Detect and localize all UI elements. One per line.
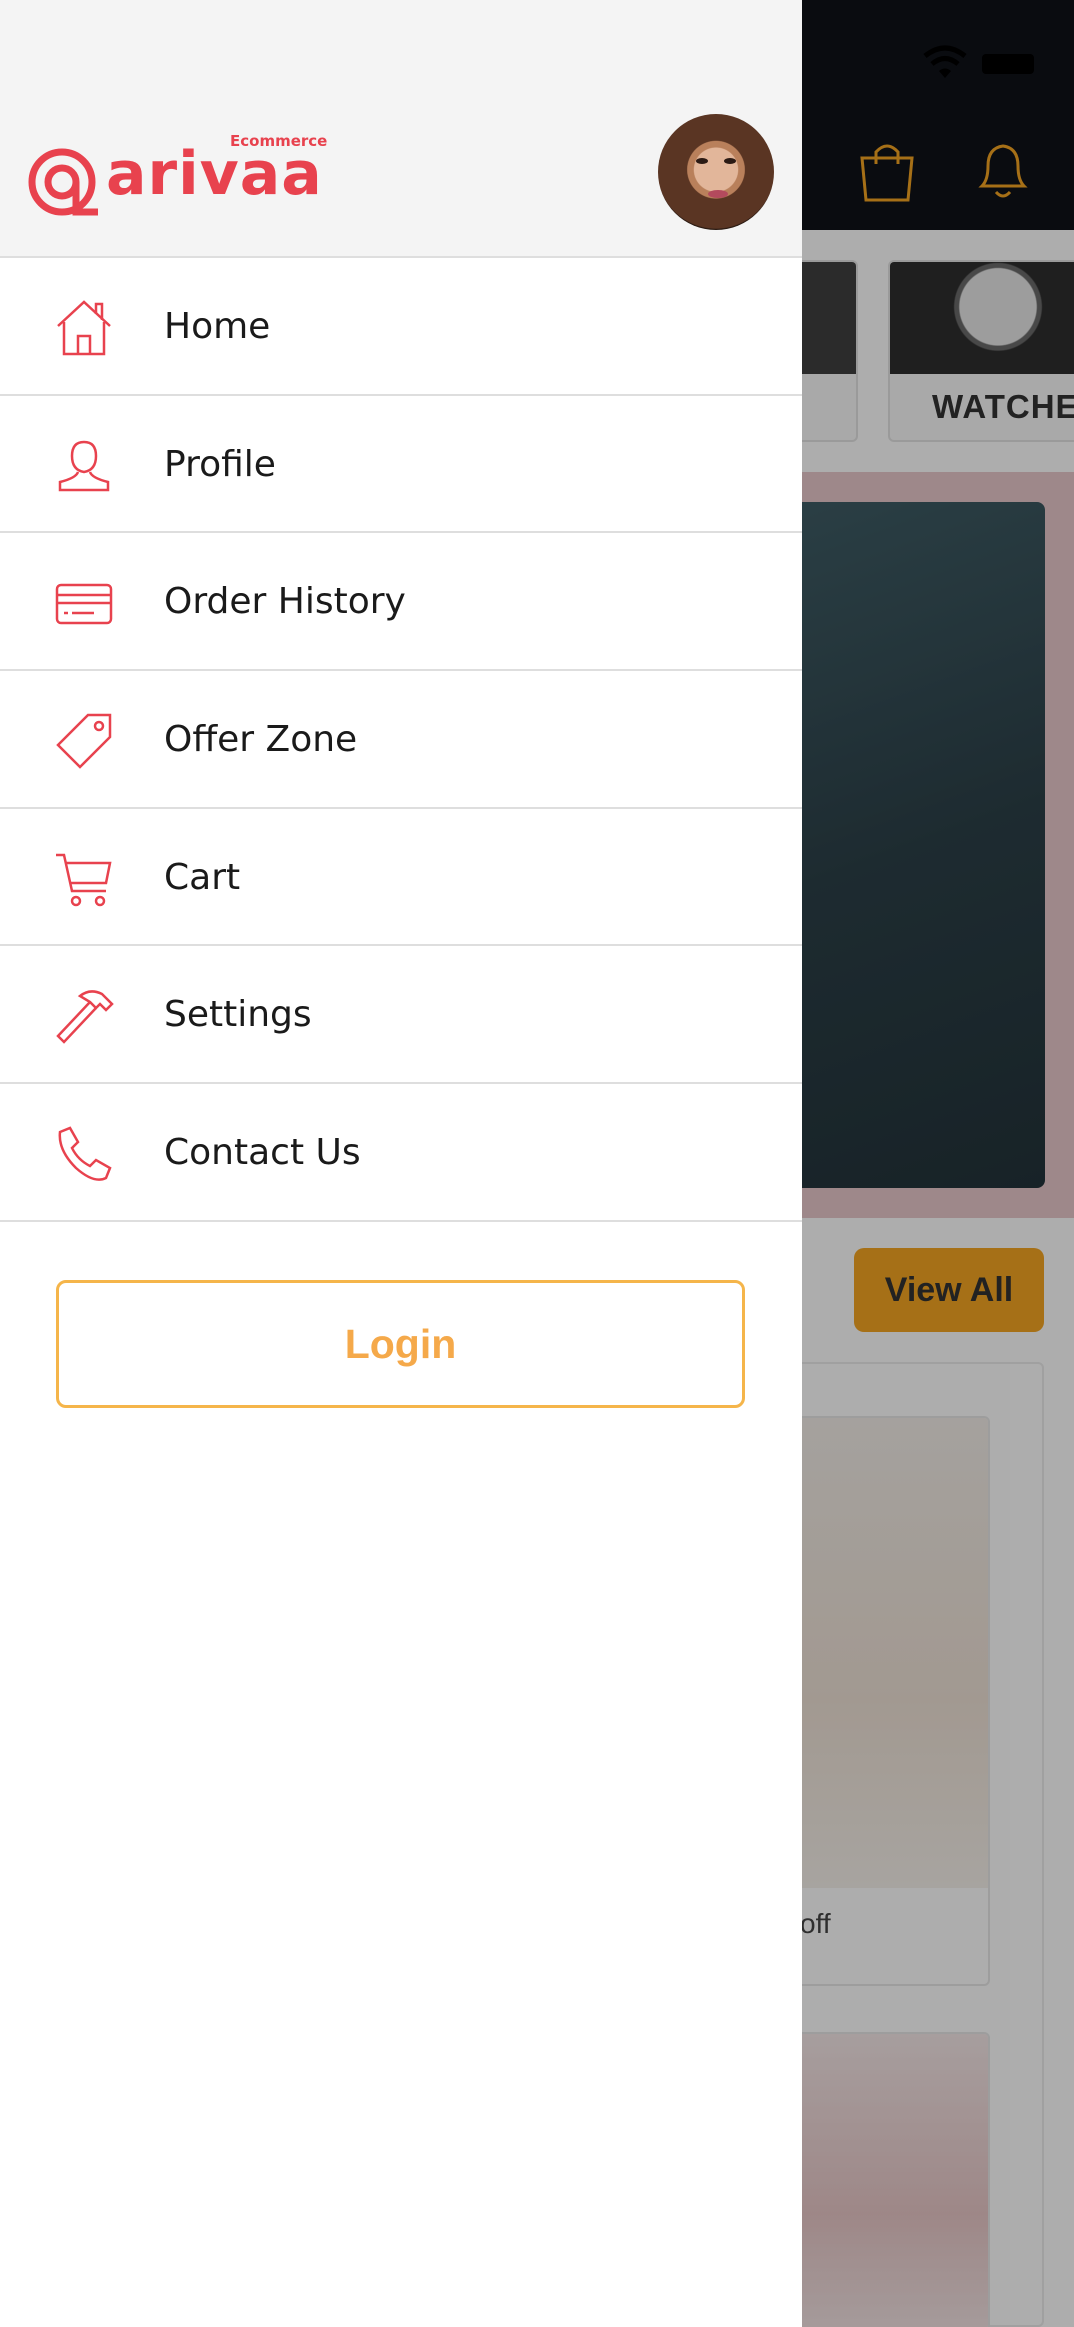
phone-icon xyxy=(58,1126,112,1181)
menu-item-settings[interactable]: Settings xyxy=(0,946,802,1085)
menu-item-home[interactable]: Home xyxy=(0,258,802,396)
menu-item-profile[interactable]: Profile xyxy=(0,396,802,534)
menu-item-order-history[interactable]: Order History xyxy=(0,533,802,672)
avatar-eye xyxy=(696,158,708,164)
logo-mark-icon xyxy=(28,148,98,216)
tag-icon xyxy=(56,713,112,769)
avatar[interactable] xyxy=(658,114,774,230)
login-button[interactable]: Login xyxy=(56,1280,745,1408)
avatar-lips xyxy=(708,190,728,198)
hammer-icon xyxy=(56,990,114,1045)
menu-item-offer-zone[interactable]: Offer Zone xyxy=(0,671,802,809)
logo-tagline: Ecommerce xyxy=(230,132,328,150)
avatar-eye xyxy=(724,158,736,164)
drawer-menu: Home Profile Order History Offer Zone Ca… xyxy=(0,258,802,1222)
menu-item-label: Contact Us xyxy=(164,1132,361,1174)
menu-item-label: Order History xyxy=(164,581,406,623)
menu-item-cart[interactable]: Cart xyxy=(0,809,802,947)
drawer-header: arivaa Ecommerce xyxy=(0,0,802,258)
profile-icon xyxy=(58,440,110,491)
menu-item-label: Profile xyxy=(164,443,276,485)
menu-item-label: Settings xyxy=(164,994,312,1036)
menu-item-label: Cart xyxy=(164,856,241,898)
arivaa-logo: arivaa Ecommerce xyxy=(26,132,327,218)
navigation-drawer: arivaa Ecommerce Home Profile Order Hist… xyxy=(0,0,802,2327)
credit-card-icon xyxy=(55,584,113,625)
home-icon xyxy=(57,300,111,356)
menu-item-label: Home xyxy=(164,306,271,347)
cart-icon xyxy=(56,853,112,906)
menu-item-label: Offer Zone xyxy=(164,719,358,761)
menu-item-contact-us[interactable]: Contact Us xyxy=(0,1084,802,1222)
